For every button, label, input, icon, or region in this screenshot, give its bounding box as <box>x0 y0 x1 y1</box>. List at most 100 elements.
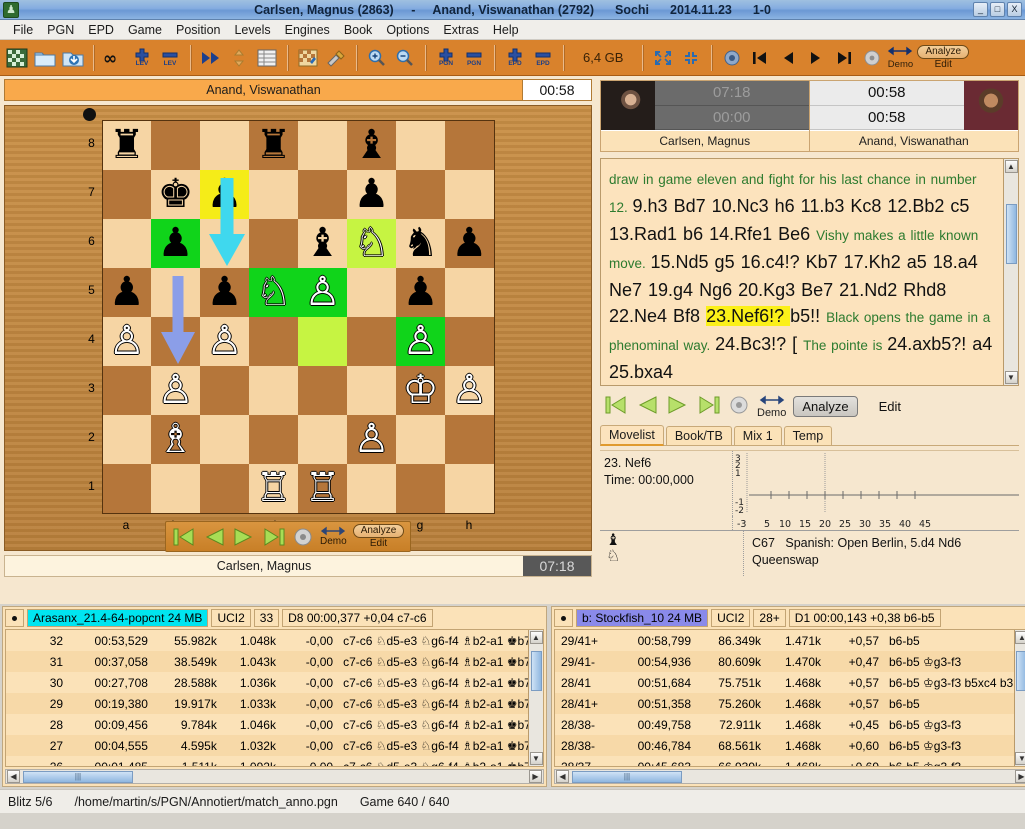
engine-right-vscroll[interactable]: ▲ ▼ <box>1013 630 1025 766</box>
maximize-button[interactable]: □ <box>990 2 1005 17</box>
square-h2[interactable] <box>445 415 494 464</box>
nav-spinner-icon[interactable] <box>728 394 750 419</box>
square-a4[interactable]: ♙ <box>102 317 151 366</box>
engine-line-row[interactable]: 31 00:37,058 38.549k 1.043k -0,00 c7-c6 ♘d5-e… <box>6 651 528 672</box>
level-decrease-icon[interactable]: LEV <box>157 44 183 72</box>
square-f2[interactable]: ♙ <box>347 415 396 464</box>
engine-line-row[interactable]: 28/41 00:51,684 75.751k 1.468k +0,57 b6-b5 ♔g… <box>555 672 1014 693</box>
save-icon[interactable] <box>60 44 86 72</box>
engine-line-row[interactable]: 28/37-00:45,68366.939k1.468k+0,69b6-b5 ♔… <box>555 756 1014 766</box>
engine-right-scroll-thumb[interactable] <box>1016 651 1025 691</box>
piece-wP[interactable]: ♙ <box>103 317 152 366</box>
notation-scroll-thumb[interactable] <box>1005 204 1017 264</box>
piece-wB[interactable]: ♗ <box>151 415 200 464</box>
new-board-icon[interactable] <box>4 44 30 72</box>
engine-left-scroll-left-icon[interactable]: ◀ <box>7 770 20 783</box>
tab-temp[interactable]: Temp <box>783 426 833 445</box>
square-e5[interactable]: ♙ <box>298 268 347 317</box>
engine-left-hscroll[interactable]: ◀ ||| ▶ <box>5 769 544 784</box>
piece-wP[interactable]: ♙ <box>151 366 200 415</box>
piece-bp[interactable]: ♟ <box>200 268 249 317</box>
toolbar-next-move-icon[interactable] <box>803 44 829 72</box>
square-h7[interactable] <box>445 170 494 219</box>
toolbar-last-move-icon[interactable] <box>831 44 857 72</box>
engine-right-rows[interactable]: 29/41+ 00:58,799 86.349k 1.471k +0,57 b6-b5 29… <box>554 629 1025 767</box>
square-a1[interactable] <box>102 464 151 514</box>
engine-line-row[interactable]: 29/41+ 00:58,799 86.349k 1.471k +0,57 b6-b5 <box>555 630 1014 651</box>
square-f3[interactable] <box>347 366 396 415</box>
piece-wP[interactable]: ♙ <box>396 317 445 366</box>
engine-line-row[interactable]: 28/38- 00:46,784 68.561k 1.468k +0,60 b6-b5 ♔… <box>555 735 1014 756</box>
toolbar-first-move-icon[interactable] <box>747 44 773 72</box>
notation-move[interactable]: b5!! <box>790 306 826 326</box>
square-d7[interactable] <box>249 170 298 219</box>
square-a6[interactable] <box>102 219 151 268</box>
nav-analyze-button[interactable]: Analyze <box>793 395 858 417</box>
engine-line-row[interactable]: 28/38- 00:49,758 72.911k 1.468k +0,45 b6-b5 ♔… <box>555 714 1014 735</box>
piece-br[interactable]: ♜ <box>103 121 152 170</box>
piece-bb[interactable]: ♝ <box>347 121 396 170</box>
evaluation-graph[interactable]: 321 -1 -2 <box>732 451 1019 516</box>
chessboard[interactable]: 87654321 ♜♜♝♚♟♟♟♝♘♞♟♟♟♘♙♟♙♙♙♙♔♙♗♙♖♖ abcd… <box>82 108 495 536</box>
square-d5[interactable]: ♘ <box>249 268 298 317</box>
engine-line-row[interactable]: 29 00:19,380 19.917k 1.033k -0,00 c7-c6 ♘d5-e… <box>6 693 528 714</box>
nav-prev-move-button[interactable] <box>635 394 659 419</box>
square-c2[interactable] <box>200 415 249 464</box>
engine-line-row[interactable]: 32 00:53,529 55.982k 1.048k -0,00 c7-c6 ♘d5-e… <box>6 630 528 651</box>
square-b6[interactable]: ♟ <box>151 219 200 268</box>
square-f5[interactable] <box>347 268 396 317</box>
square-e7[interactable] <box>298 170 347 219</box>
board-first-move-button[interactable] <box>172 526 196 548</box>
board-last-move-button[interactable] <box>262 526 286 548</box>
square-b2[interactable]: ♗ <box>151 415 200 464</box>
minimize-button[interactable]: _ <box>973 2 988 17</box>
square-a2[interactable] <box>102 415 151 464</box>
square-d4[interactable] <box>249 317 298 366</box>
piece-bp[interactable]: ♟ <box>396 268 445 317</box>
scroll-up-icon[interactable]: ▲ <box>1004 160 1018 173</box>
engine-line-row[interactable]: 27 00:04,555 4.595k 1.032k -0,00 c7-c6 ♘d5-e3… <box>6 735 528 756</box>
square-h8[interactable] <box>445 120 494 170</box>
piece-br[interactable]: ♜ <box>249 121 298 170</box>
open-folder-icon[interactable] <box>32 44 58 72</box>
engine-left-status-dot[interactable] <box>5 609 24 627</box>
engine-line-row[interactable]: 28 00:09,456 9.784k 1.046k -0,00 c7-c6 ♘d5-e3… <box>6 714 528 735</box>
engine-left-rows[interactable]: 32 00:53,529 55.982k 1.048k -0,00 c7-c6 ♘d5-e… <box>5 629 544 767</box>
piece-wK[interactable]: ♔ <box>396 366 445 415</box>
epd-add-icon[interactable]: EPD <box>502 44 528 72</box>
piece-bk[interactable]: ♚ <box>151 170 200 219</box>
engine-right-scroll-up-icon[interactable]: ▲ <box>1015 631 1025 644</box>
infinite-analysis-icon[interactable]: ∞ <box>101 44 127 72</box>
piece-bp[interactable]: ♟ <box>151 219 200 268</box>
piece-wP[interactable]: ♙ <box>298 268 347 317</box>
demo-arrow-icon[interactable] <box>887 46 913 60</box>
square-h5[interactable] <box>445 268 494 317</box>
square-c7[interactable]: ♟ <box>200 170 249 219</box>
notation-scrollbar[interactable]: ▲ ▼ <box>1003 159 1018 385</box>
square-b4[interactable] <box>151 317 200 366</box>
notation-move[interactable]: [ <box>792 334 803 354</box>
pgn-add-icon[interactable]: PGN <box>433 44 459 72</box>
square-c8[interactable] <box>200 120 249 170</box>
menu-file[interactable]: File <box>6 21 40 39</box>
epd-remove-icon[interactable]: EPD <box>530 44 556 72</box>
notation-text[interactable]: draw in game eleven and fight for his la… <box>601 159 1003 385</box>
fast-forward-icon[interactable] <box>198 44 224 72</box>
piece-wP[interactable]: ♙ <box>347 415 396 464</box>
tab-book-tb[interactable]: Book/TB <box>665 426 732 445</box>
engine-right-scroll-right-icon[interactable]: ▶ <box>1014 770 1025 783</box>
engine-line-row[interactable]: 2600:01,4851.511k1.092k-0,00c7-c6 ♘d5-e3… <box>6 756 528 766</box>
menu-extras[interactable]: Extras <box>436 21 485 39</box>
board-grid[interactable]: ♜ ♜ ♝ ♚ ♟ ♟ ♟ ♝ ♘ ♞ ♟ ♟ ♟ ♘ ♙ ♟ ♙ ♙ ♙ ♙ ♔ ♙ ♗ ♙ ♖ ♖ <box>101 120 495 514</box>
engine-right-scroll-down-icon[interactable]: ▼ <box>1015 752 1025 765</box>
menu-options[interactable]: Options <box>379 21 436 39</box>
square-e3[interactable] <box>298 366 347 415</box>
square-a8[interactable]: ♜ <box>102 120 152 170</box>
menu-levels[interactable]: Levels <box>227 21 277 39</box>
engine-left-hscroll-thumb[interactable]: ||| <box>23 770 133 783</box>
square-g8[interactable] <box>396 120 445 170</box>
piece-bn[interactable]: ♞ <box>396 219 445 268</box>
menu-book[interactable]: Book <box>337 21 380 39</box>
square-b7[interactable]: ♚ <box>151 170 200 219</box>
engine-left-vscroll[interactable]: ▲ ▼ <box>528 630 543 766</box>
